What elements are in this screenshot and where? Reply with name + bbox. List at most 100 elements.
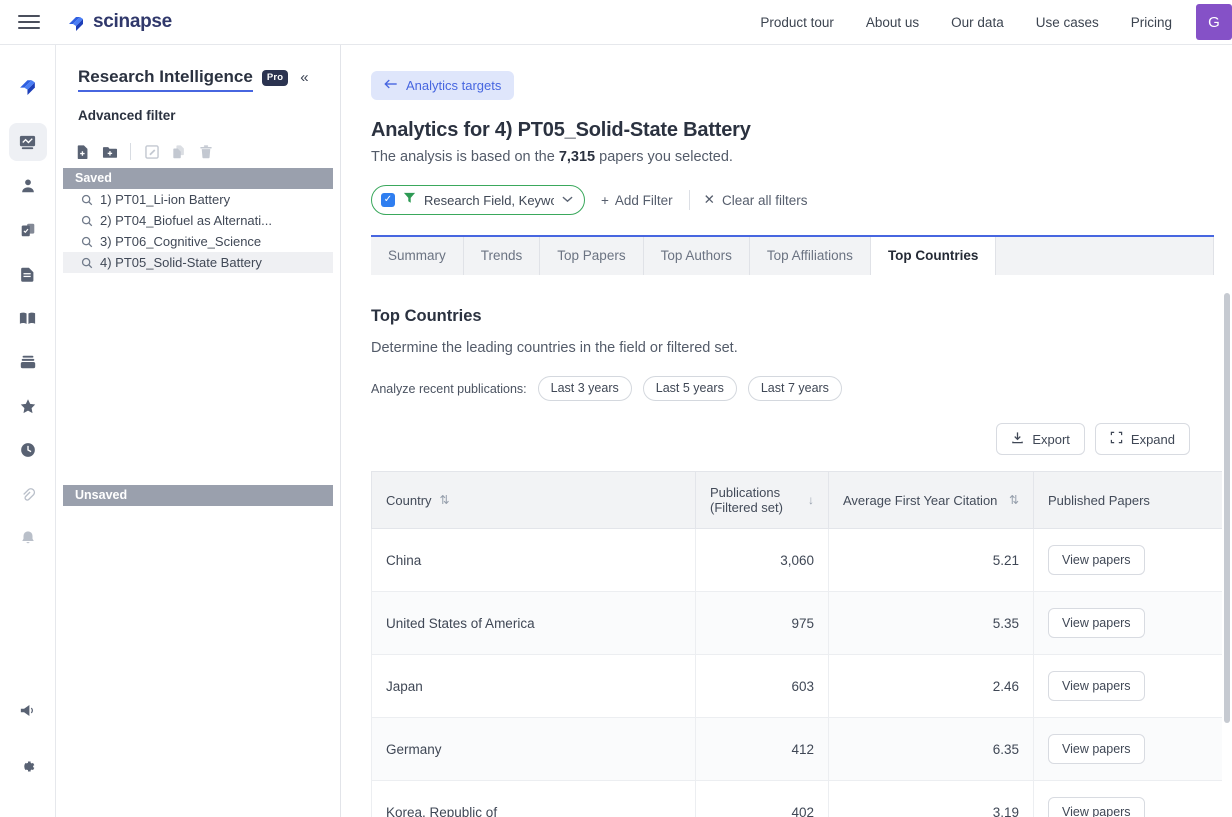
sort-both-icon[interactable]: ⇅ xyxy=(440,493,450,507)
cell-publications: 3,060 xyxy=(695,528,829,592)
nav-link-use-cases[interactable]: Use cases xyxy=(1020,0,1115,45)
nav-link-about-us[interactable]: About us xyxy=(850,0,935,45)
new-folder-icon[interactable] xyxy=(101,143,118,160)
cell-action: View papers xyxy=(1033,654,1224,718)
pill-last-5-years[interactable]: Last 5 years xyxy=(642,376,737,401)
col-publications[interactable]: Publications (Filtered set) ↓ xyxy=(695,471,829,529)
cell-country: China xyxy=(371,528,696,592)
expand-label: Expand xyxy=(1130,431,1175,447)
col-avg-first-year-citation[interactable]: Average First Year Citation ⇅ xyxy=(828,471,1034,529)
download-icon xyxy=(1011,431,1024,447)
chevron-down-icon[interactable] xyxy=(562,194,573,206)
main-inner: Analytics targets Analytics for 4) PT05_… xyxy=(341,71,1232,817)
new-file-icon[interactable] xyxy=(74,143,91,160)
checkbox-checked-icon[interactable]: ✓ xyxy=(381,193,395,207)
rail-item-favorites[interactable] xyxy=(9,387,47,425)
tab-trends[interactable]: Trends xyxy=(463,237,541,275)
rail-item-clipboard[interactable] xyxy=(9,211,47,249)
scrollbar-thumb[interactable] xyxy=(1224,293,1230,723)
brand-name: scinapse xyxy=(93,11,172,32)
cell-avg-citation: 2.46 xyxy=(828,654,1034,718)
plus-icon: + xyxy=(601,192,609,208)
search-icon xyxy=(81,194,93,206)
col-publications-label: Publications (Filtered set) xyxy=(710,485,783,515)
sort-both-icon[interactable]: ⇅ xyxy=(1009,493,1019,507)
cell-country: United States of America xyxy=(371,591,696,655)
top-countries-table: Country ⇅ Publications (Filtered set) ↓ xyxy=(371,471,1224,817)
main-nav: Product tour About us Our data Use cases… xyxy=(744,0,1232,44)
rail-item-analytics[interactable] xyxy=(8,123,47,161)
rail-item-history[interactable] xyxy=(9,431,47,469)
rail-item-documents[interactable] xyxy=(9,255,47,293)
view-papers-button[interactable]: View papers xyxy=(1048,734,1145,764)
clear-all-filters-button[interactable]: ✕ Clear all filters xyxy=(690,192,822,208)
funnel-icon xyxy=(403,191,416,209)
tab-top-countries[interactable]: Top Countries xyxy=(870,237,997,275)
sort-desc-icon[interactable]: ↓ xyxy=(808,493,814,507)
view-papers-button[interactable]: View papers xyxy=(1048,797,1145,817)
rail-item-collections[interactable] xyxy=(9,343,47,381)
table-header-row: Country ⇅ Publications (Filtered set) ↓ xyxy=(371,471,1224,529)
pill-last-3-years[interactable]: Last 3 years xyxy=(537,376,632,401)
chevron-double-left-icon[interactable]: « xyxy=(300,69,308,86)
rail-item-links[interactable] xyxy=(9,475,47,513)
tab-summary[interactable]: Summary xyxy=(371,237,464,275)
table-row: Germany 412 6.35 View papers xyxy=(371,717,1224,781)
view-papers-button[interactable]: View papers xyxy=(1048,671,1145,701)
col-country-label: Country xyxy=(386,492,432,508)
list-item-label: 2) PT04_Biofuel as Alternati... xyxy=(100,213,272,228)
list-item-label: 3) PT06_Cognitive_Science xyxy=(100,234,262,249)
table-actions: Export Expand xyxy=(371,423,1214,455)
table-row: Japan 603 2.46 View papers xyxy=(371,654,1224,718)
brand-logo[interactable]: scinapse xyxy=(67,11,172,33)
view-papers-button[interactable]: View papers xyxy=(1048,608,1145,638)
list-item-selected[interactable]: 4) PT05_Solid-State Battery xyxy=(63,252,333,273)
page-scrollbar[interactable] xyxy=(1222,45,1232,817)
delete-icon[interactable] xyxy=(197,143,214,160)
tab-filler xyxy=(996,237,1214,275)
cell-action: View papers xyxy=(1033,591,1224,655)
cell-avg-citation: 3.19 xyxy=(828,780,1034,817)
analytics-tabs: Summary Trends Top Papers Top Authors To… xyxy=(371,235,1214,275)
col-published-papers: Published Papers xyxy=(1033,471,1224,529)
nav-link-product-tour[interactable]: Product tour xyxy=(744,0,850,45)
app-root: scinapse Product tour About us Our data … xyxy=(0,0,1232,817)
tab-top-affiliations[interactable]: Top Affiliations xyxy=(749,237,871,275)
top-navigation-bar: scinapse Product tour About us Our data … xyxy=(0,0,1232,45)
list-item[interactable]: 3) PT06_Cognitive_Science xyxy=(63,231,333,252)
cell-publications: 412 xyxy=(695,717,829,781)
export-button[interactable]: Export xyxy=(996,423,1085,455)
back-to-analytics-targets-button[interactable]: Analytics targets xyxy=(371,71,515,100)
avatar[interactable]: G xyxy=(1196,4,1232,40)
nav-link-pricing[interactable]: Pricing xyxy=(1115,0,1188,45)
section-title: Top Countries xyxy=(371,307,482,325)
list-item[interactable]: 2) PT04_Biofuel as Alternati... xyxy=(63,210,333,231)
rail-item-authors[interactable] xyxy=(9,167,47,205)
page-subtitle: The analysis is based on the 7,315 paper… xyxy=(371,149,1214,165)
list-item[interactable]: 1) PT01_Li-ion Battery xyxy=(63,189,333,210)
cell-action: View papers xyxy=(1033,780,1224,817)
megaphone-icon[interactable] xyxy=(9,691,47,729)
back-button-label: Analytics targets xyxy=(406,78,502,93)
gear-icon[interactable] xyxy=(9,747,47,785)
hamburger-menu-icon[interactable] xyxy=(14,7,44,37)
rail-item-notifications[interactable] xyxy=(9,519,47,557)
filter-chip-research-field[interactable]: ✓ Research Field, Keywo xyxy=(371,185,585,215)
analyze-label: Analyze recent publications: xyxy=(371,381,527,396)
nav-link-our-data[interactable]: Our data xyxy=(935,0,1020,45)
filter-chip-label: Research Field, Keywo xyxy=(424,192,554,208)
pill-last-7-years[interactable]: Last 7 years xyxy=(747,376,842,401)
copy-icon[interactable] xyxy=(170,143,187,160)
export-label: Export xyxy=(1032,431,1070,447)
edit-icon[interactable] xyxy=(143,143,160,160)
add-filter-button[interactable]: + Add Filter xyxy=(585,193,689,208)
col-country[interactable]: Country ⇅ xyxy=(371,471,696,529)
view-papers-button[interactable]: View papers xyxy=(1048,545,1145,575)
rail-item-journals[interactable] xyxy=(9,299,47,337)
tab-top-papers[interactable]: Top Papers xyxy=(540,237,644,275)
close-icon: ✕ xyxy=(703,192,715,207)
toolbar-divider xyxy=(130,143,131,160)
cell-publications: 402 xyxy=(695,780,829,817)
tab-top-authors[interactable]: Top Authors xyxy=(643,237,750,275)
expand-button[interactable]: Expand xyxy=(1094,423,1190,455)
